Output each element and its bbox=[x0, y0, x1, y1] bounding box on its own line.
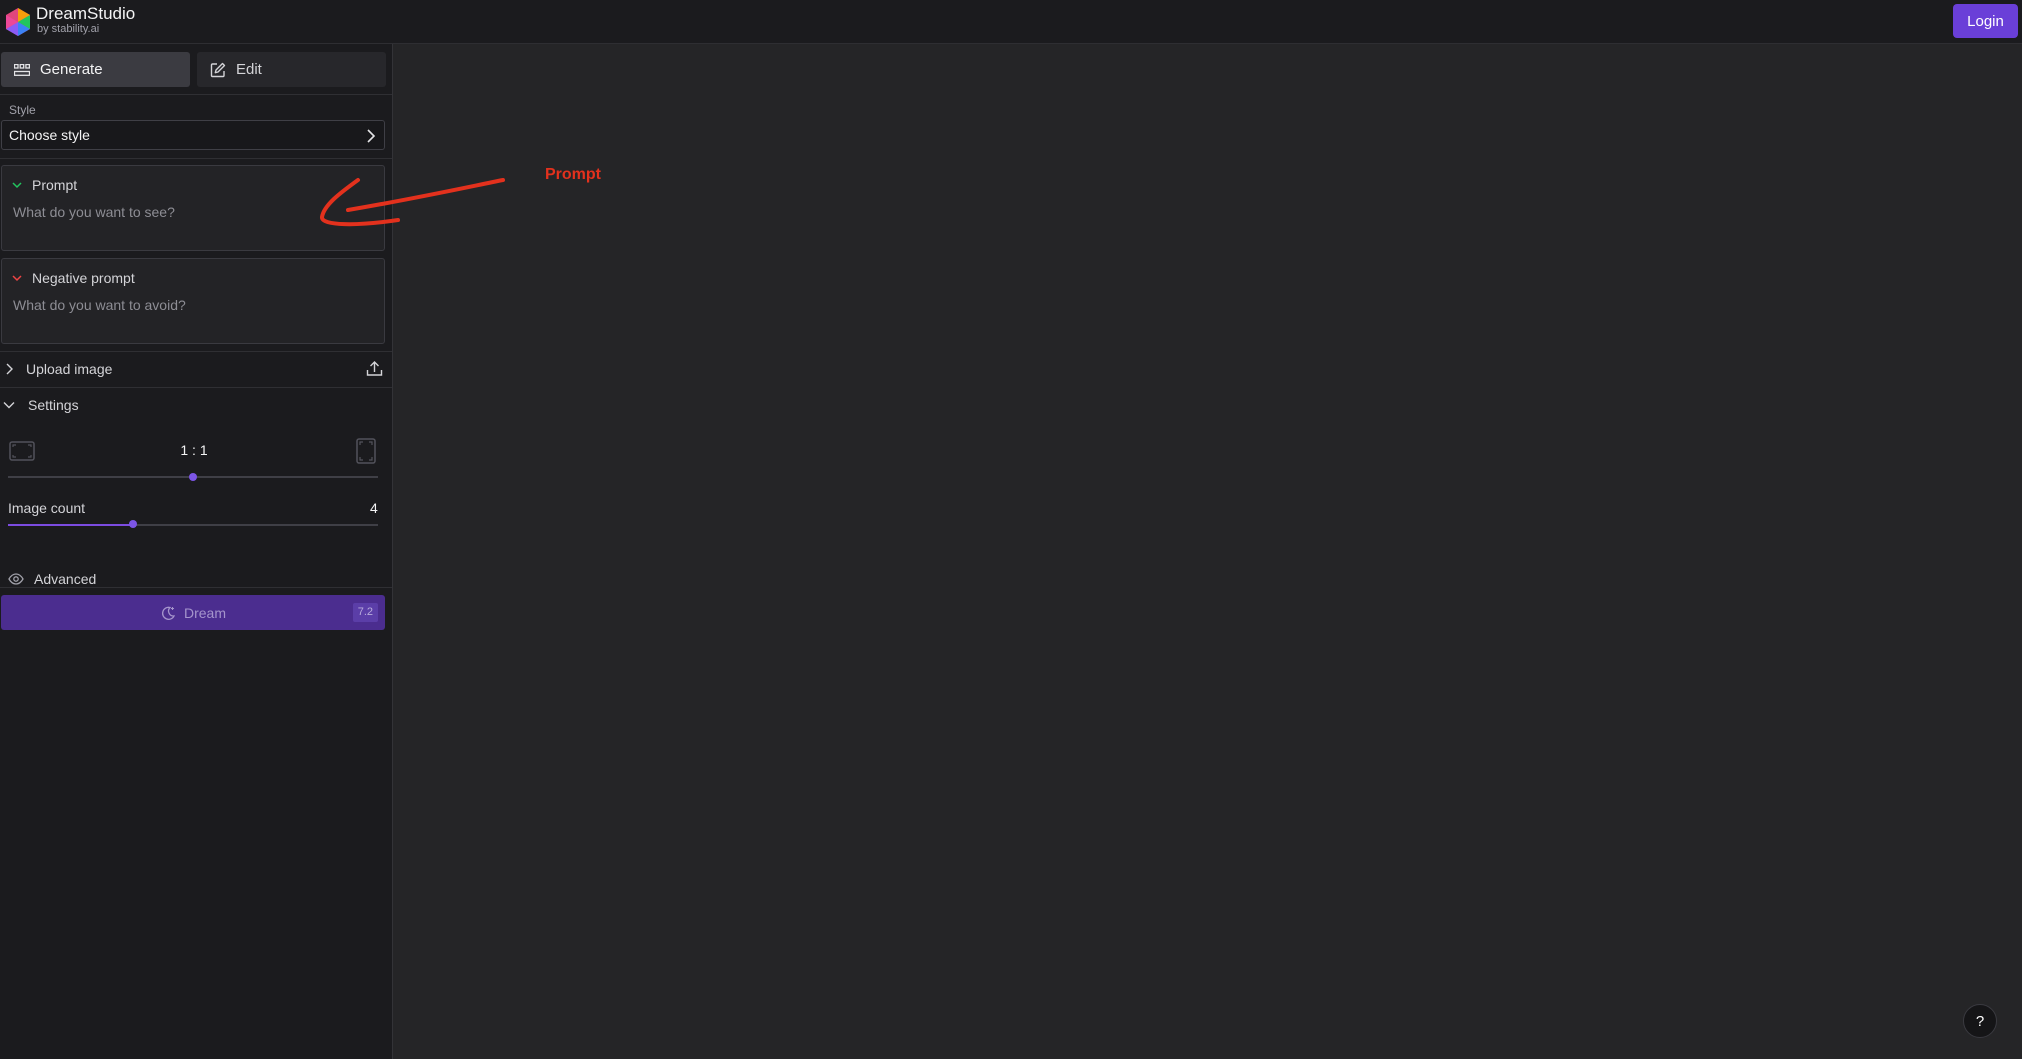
eye-icon bbox=[8, 573, 24, 585]
aspect-ratio-slider-thumb[interactable] bbox=[189, 473, 197, 481]
dreamstudio-logo-icon[interactable] bbox=[2, 6, 34, 38]
tab-edit-label: Edit bbox=[236, 61, 262, 78]
tab-generate[interactable]: Generate bbox=[1, 52, 190, 87]
prompt-label: Prompt bbox=[32, 177, 78, 193]
upload-image-label: Upload image bbox=[26, 361, 113, 377]
annotation-arrow-icon bbox=[320, 178, 505, 227]
chevron-right-icon bbox=[6, 363, 13, 375]
login-button[interactable]: Login bbox=[1953, 4, 2018, 38]
negative-prompt-panel: Negative prompt bbox=[1, 258, 385, 344]
image-count-slider-thumb[interactable] bbox=[129, 520, 137, 528]
settings-label: Settings bbox=[28, 397, 79, 413]
portrait-ratio-icon[interactable] bbox=[356, 438, 376, 464]
style-select[interactable]: Choose style bbox=[1, 120, 385, 150]
prompt-header[interactable]: Prompt bbox=[12, 177, 77, 193]
chevron-down-icon bbox=[12, 275, 22, 282]
chevron-right-icon bbox=[367, 129, 376, 143]
chevron-down-icon bbox=[3, 402, 15, 409]
divider bbox=[0, 158, 392, 159]
negative-prompt-input[interactable] bbox=[13, 295, 373, 315]
chevron-down-icon bbox=[12, 182, 22, 189]
image-count-slider-fill bbox=[8, 524, 134, 526]
advanced-label: Advanced bbox=[34, 571, 97, 587]
annotation-label: Prompt bbox=[545, 166, 601, 183]
dream-button[interactable]: Dream 7.2 bbox=[1, 595, 385, 630]
help-button[interactable]: ? bbox=[1963, 1004, 1997, 1038]
divider bbox=[0, 587, 392, 588]
upload-image-row[interactable]: Upload image bbox=[0, 352, 392, 386]
app-subtitle: by stability.ai bbox=[37, 23, 100, 35]
settings-row[interactable]: Settings bbox=[0, 388, 392, 422]
app-title: DreamStudio bbox=[36, 4, 136, 23]
tab-edit[interactable]: Edit bbox=[197, 52, 386, 87]
upload-icon[interactable] bbox=[366, 360, 383, 377]
divider bbox=[0, 94, 392, 95]
style-value: Choose style bbox=[9, 127, 90, 143]
tab-generate-label: Generate bbox=[40, 61, 103, 78]
aspect-ratio-value: 1 : 1 bbox=[180, 442, 208, 458]
negative-prompt-label: Negative prompt bbox=[32, 270, 135, 286]
style-label: Style bbox=[9, 103, 36, 117]
moon-icon bbox=[161, 606, 176, 620]
edit-icon bbox=[210, 62, 226, 77]
dream-cost-badge: 7.2 bbox=[352, 603, 378, 622]
top-bar: DreamStudio by stability.ai Login bbox=[0, 0, 2022, 44]
grid-icon bbox=[14, 63, 30, 76]
image-count-value: 4 bbox=[370, 500, 378, 516]
dream-label: Dream bbox=[183, 604, 226, 621]
image-count-label: Image count bbox=[8, 500, 86, 516]
negative-prompt-header[interactable]: Negative prompt bbox=[12, 270, 135, 286]
advanced-toggle[interactable]: Advanced bbox=[0, 562, 392, 596]
